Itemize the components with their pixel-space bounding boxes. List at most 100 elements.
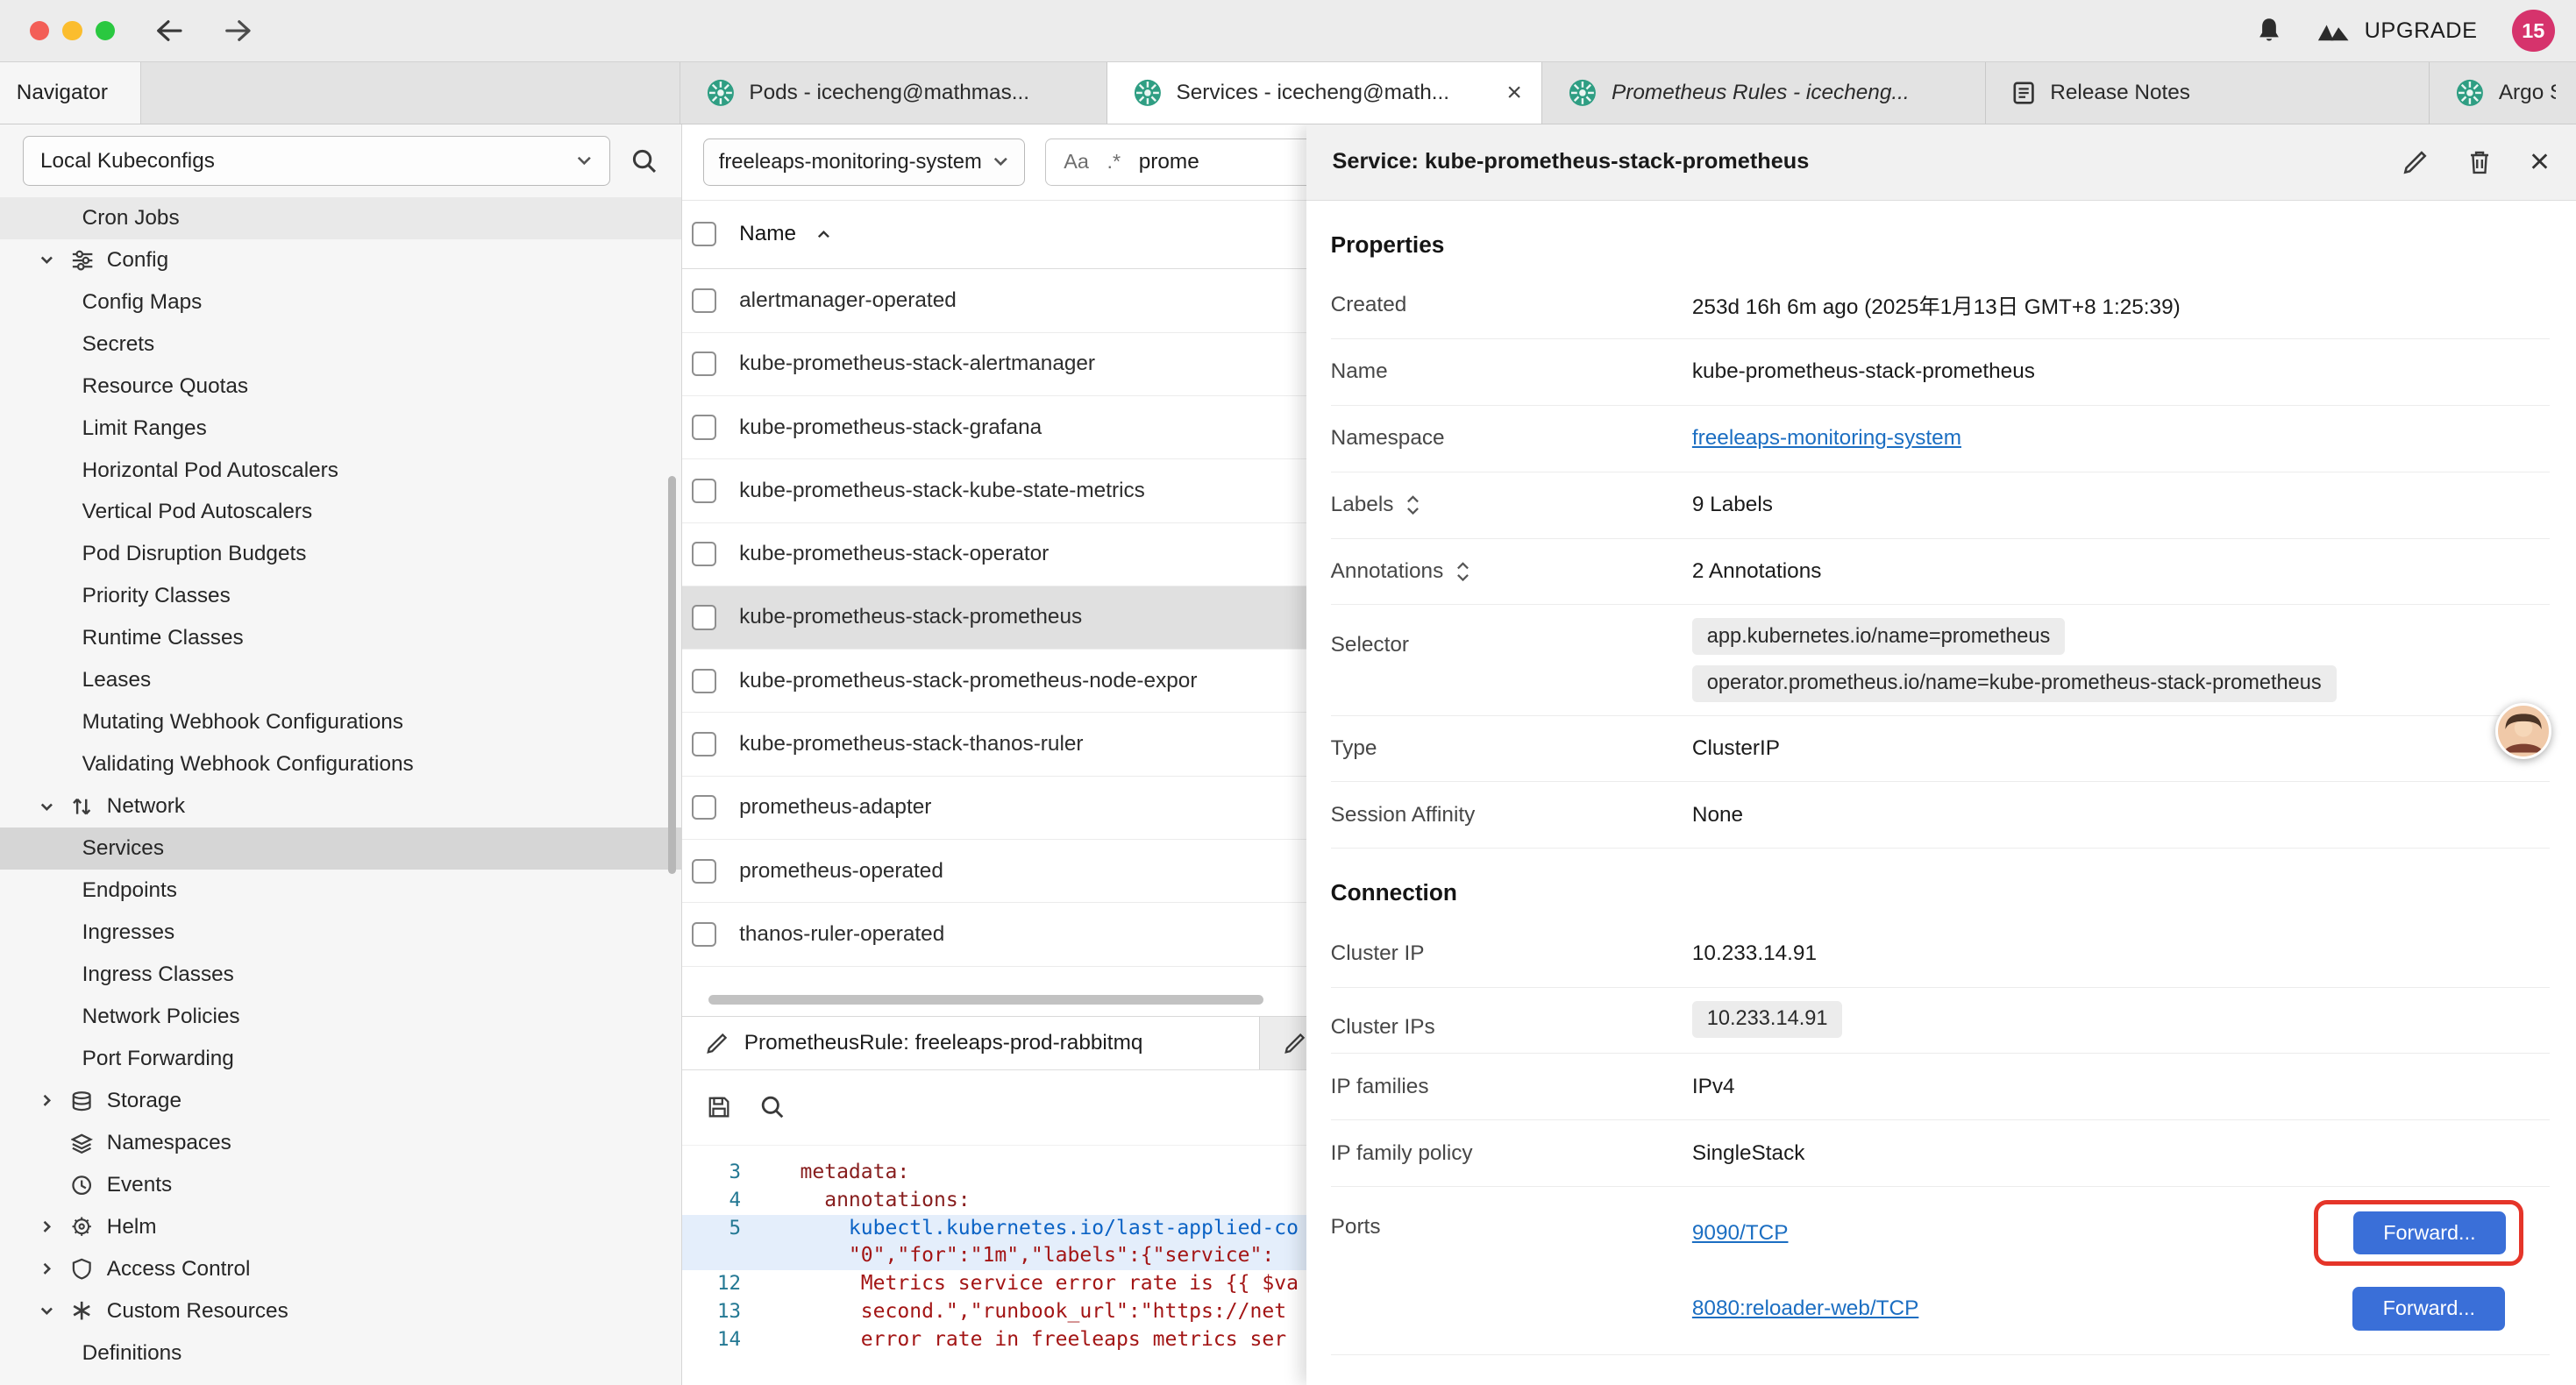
sidebar-item-limit-ranges[interactable]: Limit Ranges bbox=[0, 408, 681, 450]
row-checkbox[interactable] bbox=[692, 669, 716, 693]
tab-release-notes[interactable]: Release Notes bbox=[1986, 62, 2430, 124]
chevron-down-icon[interactable] bbox=[36, 799, 57, 815]
sidebar-item-storage[interactable]: Storage bbox=[0, 1080, 681, 1122]
sidebar-item-validating-webhook-configurations[interactable]: Validating Webhook Configurations bbox=[0, 743, 681, 785]
table-row-prometheus-adapter[interactable]: prometheus-adapter bbox=[682, 777, 1306, 840]
sidebar-scrollbar[interactable] bbox=[668, 476, 676, 873]
sidebar-item-runtime-classes[interactable]: Runtime Classes bbox=[0, 617, 681, 659]
sidebar-item-access-control[interactable]: Access Control bbox=[0, 1248, 681, 1290]
upgrade-button[interactable]: UPGRADE bbox=[2316, 18, 2477, 44]
close-icon[interactable]: × bbox=[2530, 145, 2550, 179]
minimize-window-button[interactable] bbox=[62, 21, 82, 40]
forward-button[interactable]: Forward... bbox=[2353, 1211, 2506, 1254]
sidebar-item-ingress-classes[interactable]: Ingress Classes bbox=[0, 954, 681, 996]
save-icon[interactable] bbox=[707, 1095, 731, 1119]
sidebar-item-mutating-webhook-configurations[interactable]: Mutating Webhook Configurations bbox=[0, 701, 681, 743]
table-row-kube-prometheus-stack-grafana[interactable]: kube-prometheus-stack-grafana bbox=[682, 396, 1306, 459]
row-checkbox[interactable] bbox=[692, 922, 716, 947]
sidebar-item-config-maps[interactable]: Config Maps bbox=[0, 281, 681, 323]
table-search-input[interactable]: Aa .* prome bbox=[1045, 138, 1306, 186]
chevron-down-icon[interactable] bbox=[36, 252, 57, 268]
line-number: 4 bbox=[682, 1187, 767, 1215]
tab-services-icecheng-math[interactable]: Services - icecheng@math...× bbox=[1107, 62, 1543, 124]
sidebar-item-namespaces[interactable]: Namespaces bbox=[0, 1122, 681, 1164]
port-link[interactable]: 9090/TCP bbox=[1692, 1221, 1789, 1246]
chevron-down-icon[interactable] bbox=[36, 1303, 57, 1319]
regex-toggle[interactable]: .* bbox=[1107, 150, 1121, 174]
editor-search-icon[interactable] bbox=[760, 1095, 785, 1119]
sidebar-item-secrets[interactable]: Secrets bbox=[0, 323, 681, 366]
editor-tab-prometheusrule[interactable]: PrometheusRule: freeleaps-prod-rabbitmq bbox=[682, 1017, 1261, 1069]
expand-collapse-icon[interactable] bbox=[1406, 494, 1420, 515]
sidebar-item-endpoints[interactable]: Endpoints bbox=[0, 870, 681, 912]
row-checkbox[interactable] bbox=[692, 795, 716, 820]
sort-ascending-icon[interactable] bbox=[816, 228, 831, 241]
sidebar-item-events[interactable]: Events bbox=[0, 1164, 681, 1206]
sidebar-item-vertical-pod-autoscalers[interactable]: Vertical Pod Autoscalers bbox=[0, 491, 681, 533]
kubeconfig-select[interactable]: Local Kubeconfigs bbox=[23, 136, 610, 185]
table-row-thanos-ruler-operated[interactable]: thanos-ruler-operated bbox=[682, 903, 1306, 966]
table-row-kube-prometheus-stack-thanos-ruler[interactable]: kube-prometheus-stack-thanos-ruler bbox=[682, 713, 1306, 776]
sidebar-item-resource-quotas[interactable]: Resource Quotas bbox=[0, 366, 681, 408]
notifications-bell-icon[interactable] bbox=[2256, 17, 2282, 45]
chevron-right-icon[interactable] bbox=[36, 1218, 57, 1235]
expand-collapse-icon[interactable] bbox=[1456, 561, 1469, 582]
forward-arrow-icon[interactable] bbox=[224, 18, 253, 43]
row-checkbox[interactable] bbox=[692, 479, 716, 503]
sidebar-item-ingresses[interactable]: Ingresses bbox=[0, 912, 681, 954]
sidebar-item-custom-resources[interactable]: Custom Resources bbox=[0, 1290, 681, 1332]
table-row-kube-prometheus-stack-prometheus[interactable]: kube-prometheus-stack-prometheus bbox=[682, 586, 1306, 650]
horizontal-scrollbar[interactable] bbox=[682, 986, 1306, 1016]
row-checkbox[interactable] bbox=[692, 352, 716, 376]
match-case-toggle[interactable]: Aa bbox=[1064, 150, 1089, 174]
horizontal-scrollbar-thumb[interactable] bbox=[708, 995, 1263, 1005]
user-avatar[interactable] bbox=[2495, 703, 2551, 759]
table-row-kube-prometheus-stack-prometheus-node-expor[interactable]: kube-prometheus-stack-prometheus-node-ex… bbox=[682, 650, 1306, 713]
sidebar-item-network-policies[interactable]: Network Policies bbox=[0, 996, 681, 1038]
row-checkbox[interactable] bbox=[692, 288, 716, 313]
close-tab-icon[interactable]: × bbox=[1506, 80, 1522, 106]
navigator-tab[interactable]: Navigator bbox=[0, 62, 141, 124]
maximize-window-button[interactable] bbox=[96, 21, 115, 40]
tab-argo-se[interactable]: Argo Se... bbox=[2430, 62, 2576, 124]
namespace-select[interactable]: freeleaps-monitoring-system bbox=[703, 138, 1025, 186]
sidebar-item-helm[interactable]: Helm bbox=[0, 1206, 681, 1248]
sidebar-search-icon[interactable] bbox=[631, 148, 658, 174]
row-checkbox[interactable] bbox=[692, 732, 716, 756]
sidebar-item-config[interactable]: Config bbox=[0, 239, 681, 281]
sidebar-item-definitions[interactable]: Definitions bbox=[0, 1332, 681, 1374]
row-checkbox[interactable] bbox=[692, 415, 716, 439]
chevron-right-icon[interactable] bbox=[36, 1261, 57, 1277]
sidebar-item-horizontal-pod-autoscalers[interactable]: Horizontal Pod Autoscalers bbox=[0, 450, 681, 492]
sidebar-item-cron-jobs[interactable]: Cron Jobs bbox=[0, 197, 681, 239]
sidebar-item-services[interactable]: Services bbox=[0, 827, 681, 870]
name-column-header[interactable]: Name bbox=[739, 222, 796, 246]
port-link[interactable]: 8080:reloader-web/TCP bbox=[1692, 1296, 1918, 1321]
sidebar-item-port-forwarding[interactable]: Port Forwarding bbox=[0, 1038, 681, 1080]
chevron-right-icon[interactable] bbox=[36, 1092, 57, 1109]
namespace-link[interactable]: freeleaps-monitoring-system bbox=[1692, 426, 1961, 451]
table-row-alertmanager-operated[interactable]: alertmanager-operated bbox=[682, 269, 1306, 332]
row-checkbox[interactable] bbox=[692, 859, 716, 884]
yaml-editor[interactable]: 3metadata:4 annotations:5 kubectl.kubern… bbox=[682, 1146, 1306, 1385]
tab-pods-icecheng-mathmas[interactable]: Pods - icecheng@mathmas... bbox=[680, 62, 1107, 124]
table-row-kube-prometheus-stack-operator[interactable]: kube-prometheus-stack-operator bbox=[682, 523, 1306, 586]
edit-icon[interactable] bbox=[2402, 148, 2430, 176]
close-window-button[interactable] bbox=[30, 21, 49, 40]
select-all-checkbox[interactable] bbox=[692, 222, 716, 246]
table-row-kube-prometheus-stack-kube-state-metrics[interactable]: kube-prometheus-stack-kube-state-metrics bbox=[682, 459, 1306, 522]
tab-prometheus-rules-icecheng[interactable]: Prometheus Rules - icecheng... bbox=[1542, 62, 1986, 124]
back-arrow-icon[interactable] bbox=[154, 18, 184, 43]
table-row-kube-prometheus-stack-alertmanager[interactable]: kube-prometheus-stack-alertmanager bbox=[682, 333, 1306, 396]
sidebar-item-network[interactable]: Network bbox=[0, 785, 681, 827]
notification-count-badge[interactable]: 15 bbox=[2512, 10, 2555, 53]
sidebar-item-pod-disruption-budgets[interactable]: Pod Disruption Budgets bbox=[0, 533, 681, 575]
sidebar-item-priority-classes[interactable]: Priority Classes bbox=[0, 575, 681, 617]
delete-icon[interactable] bbox=[2467, 149, 2492, 175]
forward-button[interactable]: Forward... bbox=[2352, 1287, 2505, 1330]
editor-tab-next[interactable] bbox=[1260, 1017, 1306, 1069]
row-checkbox[interactable] bbox=[692, 605, 716, 629]
row-checkbox[interactable] bbox=[692, 542, 716, 566]
table-row-prometheus-operated[interactable]: prometheus-operated bbox=[682, 840, 1306, 903]
sidebar-item-leases[interactable]: Leases bbox=[0, 659, 681, 701]
